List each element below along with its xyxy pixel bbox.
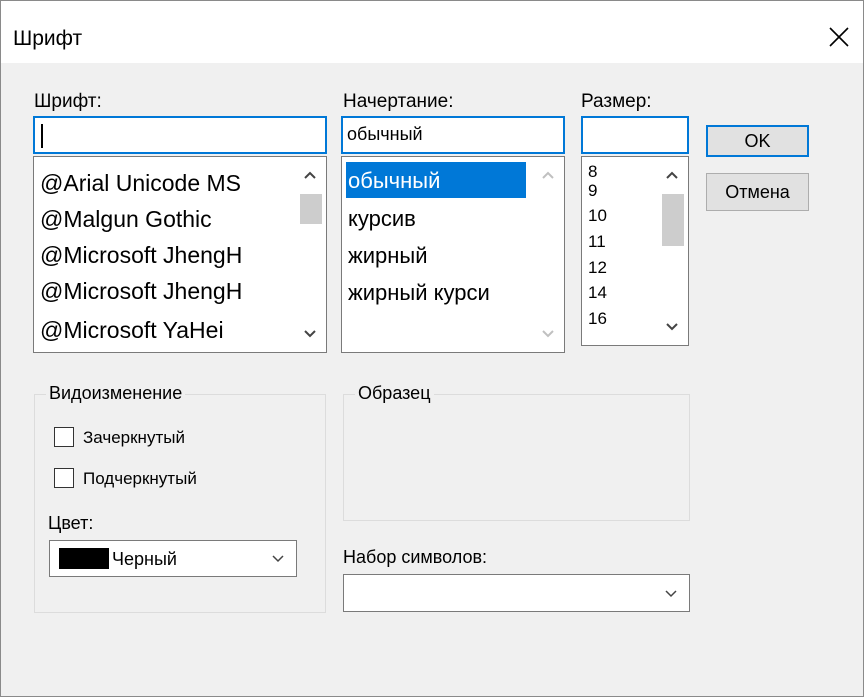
ok-button[interactable]: OK: [706, 125, 809, 157]
size-list-scrollbar[interactable]: [657, 158, 687, 344]
style-list-item-selected[interactable]: обычный: [348, 168, 440, 194]
font-list-scrollbar[interactable]: [295, 158, 325, 351]
size-list-item[interactable]: 12: [588, 258, 607, 278]
sample-group-title: Образец: [355, 383, 434, 404]
size-list-item[interactable]: 9: [588, 181, 597, 201]
scroll-thumb[interactable]: [300, 194, 322, 224]
scroll-thumb[interactable]: [662, 194, 684, 246]
font-listbox[interactable]: @Arial Unicode MS @Malgun Gothic @Micros…: [33, 156, 327, 353]
cancel-button[interactable]: Отмена: [706, 173, 809, 211]
font-label: Шрифт:: [34, 91, 102, 112]
font-list-item[interactable]: @Arial Unicode MS: [40, 170, 241, 197]
text-caret: [41, 124, 43, 148]
font-list-item[interactable]: @Microsoft YaHei: [40, 317, 224, 344]
style-list-scrollbar: [533, 158, 563, 351]
size-label: Размер:: [581, 91, 652, 112]
style-list-item[interactable]: жирный: [348, 243, 428, 269]
chevron-up-icon[interactable]: [663, 168, 681, 182]
chevron-down-icon[interactable]: [663, 588, 679, 600]
font-list-item[interactable]: @Microsoft JhengH: [40, 278, 242, 305]
style-list-item[interactable]: жирный курси: [348, 280, 490, 306]
style-listbox[interactable]: обычный курсив жирный жирный курси: [341, 156, 565, 353]
font-size-input[interactable]: [581, 116, 689, 154]
chevron-up-icon[interactable]: [301, 168, 319, 182]
chevron-down-icon[interactable]: [663, 320, 681, 334]
chevron-up-icon: [542, 171, 554, 179]
color-value: Черный: [112, 549, 177, 569]
size-list-item[interactable]: 11: [588, 232, 606, 252]
font-list-item[interactable]: @Microsoft JhengH: [40, 242, 242, 269]
chevron-down-icon: [542, 330, 554, 338]
dialog-title: Шрифт: [13, 27, 83, 50]
font-name-input[interactable]: [33, 116, 327, 154]
color-select[interactable]: Черный: [49, 540, 297, 577]
font-dialog: Шрифт Шрифт: @Arial Unicode MS @Malgun G…: [0, 0, 864, 697]
effects-group: [34, 394, 326, 613]
style-label: Начертание:: [343, 91, 454, 112]
size-list-item[interactable]: 16: [588, 309, 607, 329]
size-listbox[interactable]: 8 9 10 11 12 14 16: [581, 156, 689, 346]
font-list-item[interactable]: @Malgun Gothic: [40, 206, 212, 233]
underline-checkbox[interactable]: [54, 468, 74, 488]
color-label: Цвет:: [48, 513, 94, 533]
title-bar: Шрифт: [1, 1, 863, 63]
style-list-item[interactable]: курсив: [348, 206, 416, 232]
strikeout-label[interactable]: Зачеркнутый: [83, 428, 185, 448]
size-list-item[interactable]: 14: [588, 283, 607, 303]
size-list-item[interactable]: 8: [588, 162, 597, 182]
charset-label: Набор символов:: [343, 547, 488, 567]
color-swatch: [59, 548, 109, 569]
chevron-down-icon[interactable]: [270, 553, 286, 565]
underline-label[interactable]: Подчеркнутый: [83, 469, 197, 489]
chevron-down-icon[interactable]: [301, 327, 319, 341]
effects-group-title: Видоизменение: [46, 383, 186, 404]
font-style-value: обычный: [347, 124, 423, 144]
close-icon[interactable]: [821, 19, 857, 55]
strikeout-checkbox[interactable]: [54, 427, 74, 447]
charset-select[interactable]: [343, 574, 690, 612]
font-style-input[interactable]: обычный: [341, 116, 565, 154]
size-list-item[interactable]: 10: [588, 206, 607, 226]
sample-group: [343, 394, 690, 521]
